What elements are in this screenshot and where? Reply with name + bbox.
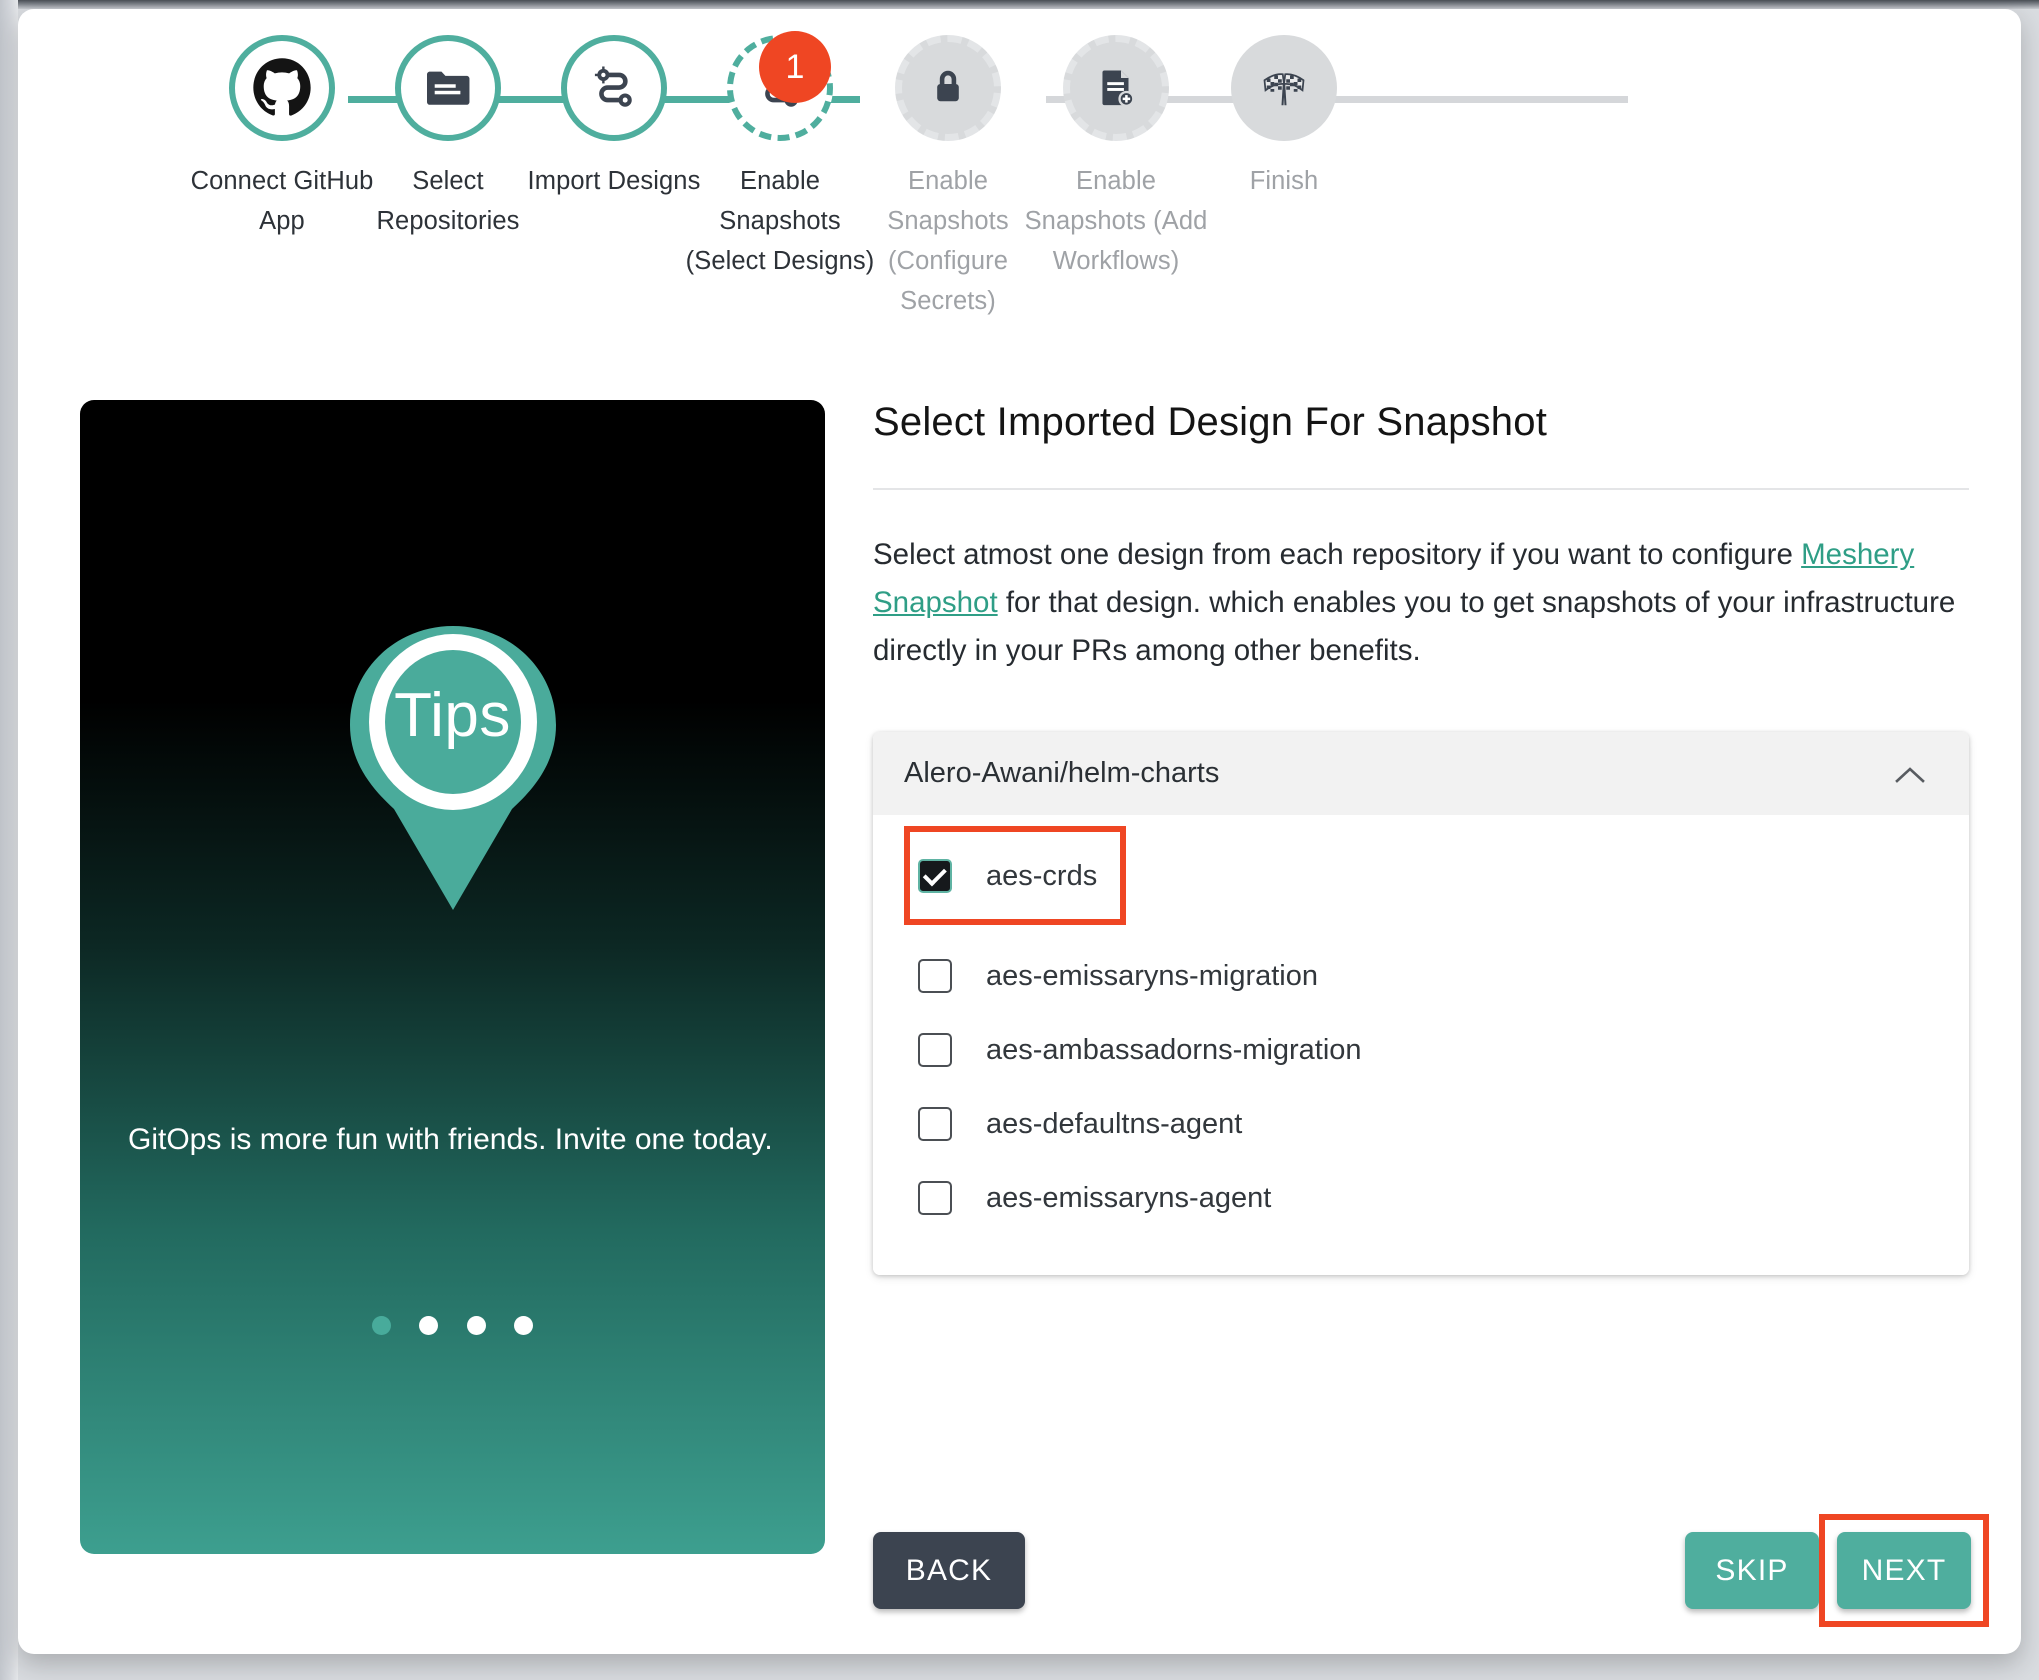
wizard-footer: BACK SKIP NEXT <box>873 1505 1989 1627</box>
wizard-card: Connect GitHub App Select Repositories I… <box>18 9 2021 1654</box>
design-path-icon <box>594 66 632 107</box>
step-2-circle <box>395 35 501 141</box>
window-left-rail <box>0 0 18 1680</box>
design-label: aes-emissaryns-agent <box>986 1181 1272 1214</box>
title-divider <box>873 488 1969 490</box>
design-label: aes-defaultns-agent <box>986 1107 1243 1140</box>
step-7-circle <box>1231 35 1337 141</box>
chevron-up-glyph <box>1895 767 1925 783</box>
map-pin-icon <box>349 626 556 910</box>
step-finish[interactable]: Finish <box>1174 27 1394 201</box>
list-item[interactable]: aes-emissaryns-agent <box>873 1161 1969 1235</box>
connector-6-7 <box>1382 96 1628 103</box>
skip-button[interactable]: SKIP <box>1685 1532 1819 1609</box>
document-add-icon <box>1102 70 1135 107</box>
tips-message: GitOps is more fun with friends. Invite … <box>128 1123 773 1156</box>
step-5-circle <box>895 35 1001 141</box>
list-item[interactable]: aes-crds <box>873 826 1969 925</box>
page-title: Select Imported Design For Snapshot <box>873 400 1548 444</box>
design-checkbox-aes-emissaryns-agent[interactable] <box>918 1181 952 1215</box>
step-6-circle <box>1063 35 1169 141</box>
repository-accordion-header[interactable]: Alero-Awani/helm-charts <box>873 732 1969 815</box>
carousel-dot-1[interactable] <box>371 1316 391 1335</box>
step-4-circle: 1 <box>727 31 833 141</box>
tips-carousel-dots[interactable] <box>80 1316 825 1340</box>
design-checkbox-aes-crds[interactable] <box>918 859 952 893</box>
lock-icon <box>937 70 959 102</box>
step-1-circle <box>229 35 335 141</box>
folder-document-icon <box>427 71 470 105</box>
tips-pin-label: Tips <box>394 681 511 750</box>
chevron-up-icon[interactable] <box>1895 758 1925 789</box>
repository-accordion: Alero-Awani/helm-charts aes-crds aes-emi… <box>873 732 1969 1275</box>
carousel-dot-4[interactable] <box>514 1316 534 1335</box>
wizard-stepper: Connect GitHub App Select Repositories I… <box>18 27 2021 357</box>
highlight-box-next-button <box>1819 1514 1989 1627</box>
carousel-dot-2[interactable] <box>419 1316 439 1335</box>
design-label: aes-ambassadorns-migration <box>986 1033 1362 1066</box>
design-label: aes-crds <box>986 859 1098 892</box>
list-item[interactable]: aes-defaultns-agent <box>873 1087 1969 1161</box>
tips-pin-marker: Tips <box>323 618 583 918</box>
step-4-badge: 1 <box>759 31 831 103</box>
tips-panel: Tips GitOps is more fun with friends. In… <box>80 400 825 1554</box>
repository-name: Alero-Awani/helm-charts <box>904 757 1220 789</box>
step-3-circle <box>561 35 667 141</box>
checkered-flags-icon <box>1263 73 1305 106</box>
window-top-rail <box>0 0 2039 9</box>
list-item[interactable]: aes-ambassadorns-migration <box>873 1013 1969 1087</box>
back-button[interactable]: BACK <box>873 1532 1025 1609</box>
design-list: aes-crds aes-emissaryns-migration aes-am… <box>873 815 1969 1275</box>
page-description: Select atmost one design from each repos… <box>873 531 1969 675</box>
description-text-after: for that design. which enables you to ge… <box>873 586 1956 667</box>
github-icon <box>253 58 311 116</box>
main-pane: Select Imported Design For Snapshot Sele… <box>873 400 1969 1275</box>
app-background: Connect GitHub App Select Repositories I… <box>0 0 2039 1680</box>
design-checkbox-aes-defaultns-agent[interactable] <box>918 1107 952 1141</box>
carousel-dot-3[interactable] <box>466 1316 486 1335</box>
design-label: aes-emissaryns-migration <box>986 959 1318 992</box>
description-text-before: Select atmost one design from each repos… <box>873 538 1802 571</box>
step-7-label: Finish <box>1249 167 1319 195</box>
list-item[interactable]: aes-emissaryns-migration <box>873 939 1969 1013</box>
design-checkbox-aes-ambassadorns-migration[interactable] <box>918 1033 952 1067</box>
design-checkbox-aes-emissaryns-migration[interactable] <box>918 959 952 993</box>
